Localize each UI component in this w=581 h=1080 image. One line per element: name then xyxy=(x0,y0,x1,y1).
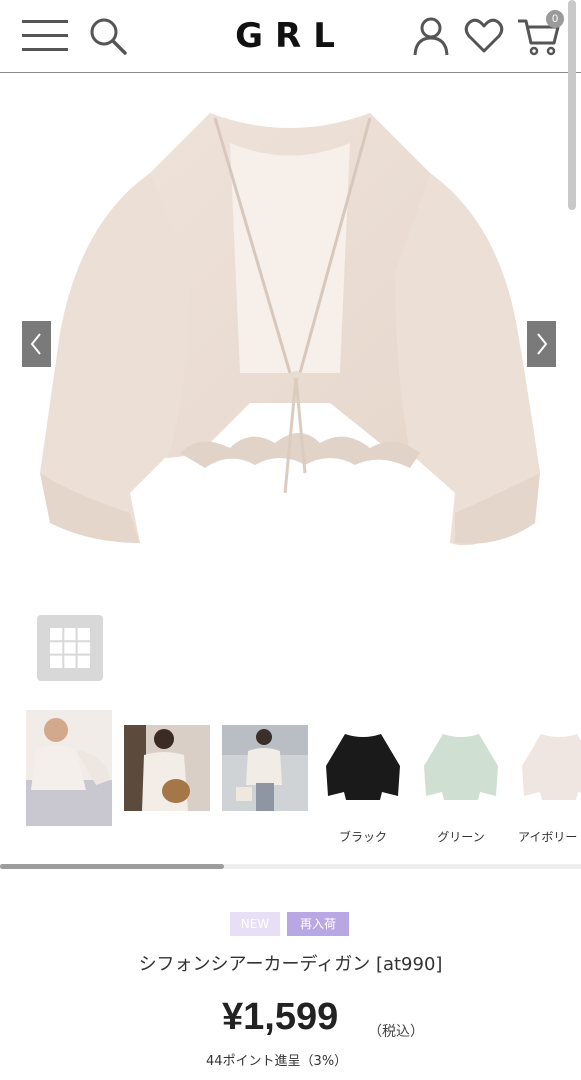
chevron-left-icon xyxy=(30,333,41,355)
user-icon[interactable] xyxy=(412,16,450,56)
color-swatch-ivory xyxy=(516,726,581,810)
thumbnail-color-green[interactable] xyxy=(418,726,504,810)
model-photo-image xyxy=(124,725,210,811)
color-swatch-black xyxy=(320,726,406,810)
thumbnail-label-ivory: アイボリー xyxy=(518,830,578,844)
thumbnail-model-1[interactable] xyxy=(26,710,112,826)
points-info: 44ポイント進呈（3%） xyxy=(206,1054,348,1069)
thumbnail-color-black[interactable] xyxy=(320,726,406,810)
site-header: GRL 0 xyxy=(0,0,581,73)
thumbnail-color-ivory[interactable] xyxy=(516,726,581,810)
new-badge: NEW xyxy=(230,912,280,936)
thumbnail-label-black: ブラック xyxy=(338,830,387,844)
search-icon[interactable] xyxy=(88,16,128,56)
grid-icon xyxy=(50,628,90,668)
product-name: シフォンシアーカーディガン [at990] xyxy=(138,954,443,975)
site-logo[interactable]: GRL xyxy=(232,14,350,58)
color-swatch-green xyxy=(418,726,504,810)
product-main-image[interactable] xyxy=(0,73,581,593)
cardigan-image xyxy=(40,113,540,546)
thumbnail-model-2[interactable] xyxy=(124,725,210,811)
heart-icon[interactable] xyxy=(464,18,504,54)
thumbnail-scroll-thumb[interactable] xyxy=(0,864,224,869)
cart-count-badge: 0 xyxy=(546,10,564,28)
model-photo-image xyxy=(26,710,112,826)
grid-view-button[interactable] xyxy=(37,615,103,681)
thumbnail-label-green: グリーン xyxy=(437,830,485,844)
chevron-right-icon xyxy=(537,333,548,355)
thumbnail-model-3[interactable] xyxy=(222,725,308,811)
menu-icon[interactable] xyxy=(22,18,68,54)
tax-note: （税込） xyxy=(368,1024,424,1040)
restock-badge: 再入荷 xyxy=(287,912,349,936)
model-photo-image xyxy=(222,725,308,811)
gallery-prev-button[interactable] xyxy=(22,321,51,367)
gallery-next-button[interactable] xyxy=(527,321,556,367)
product-price: ¥1,599 xyxy=(222,996,339,1038)
